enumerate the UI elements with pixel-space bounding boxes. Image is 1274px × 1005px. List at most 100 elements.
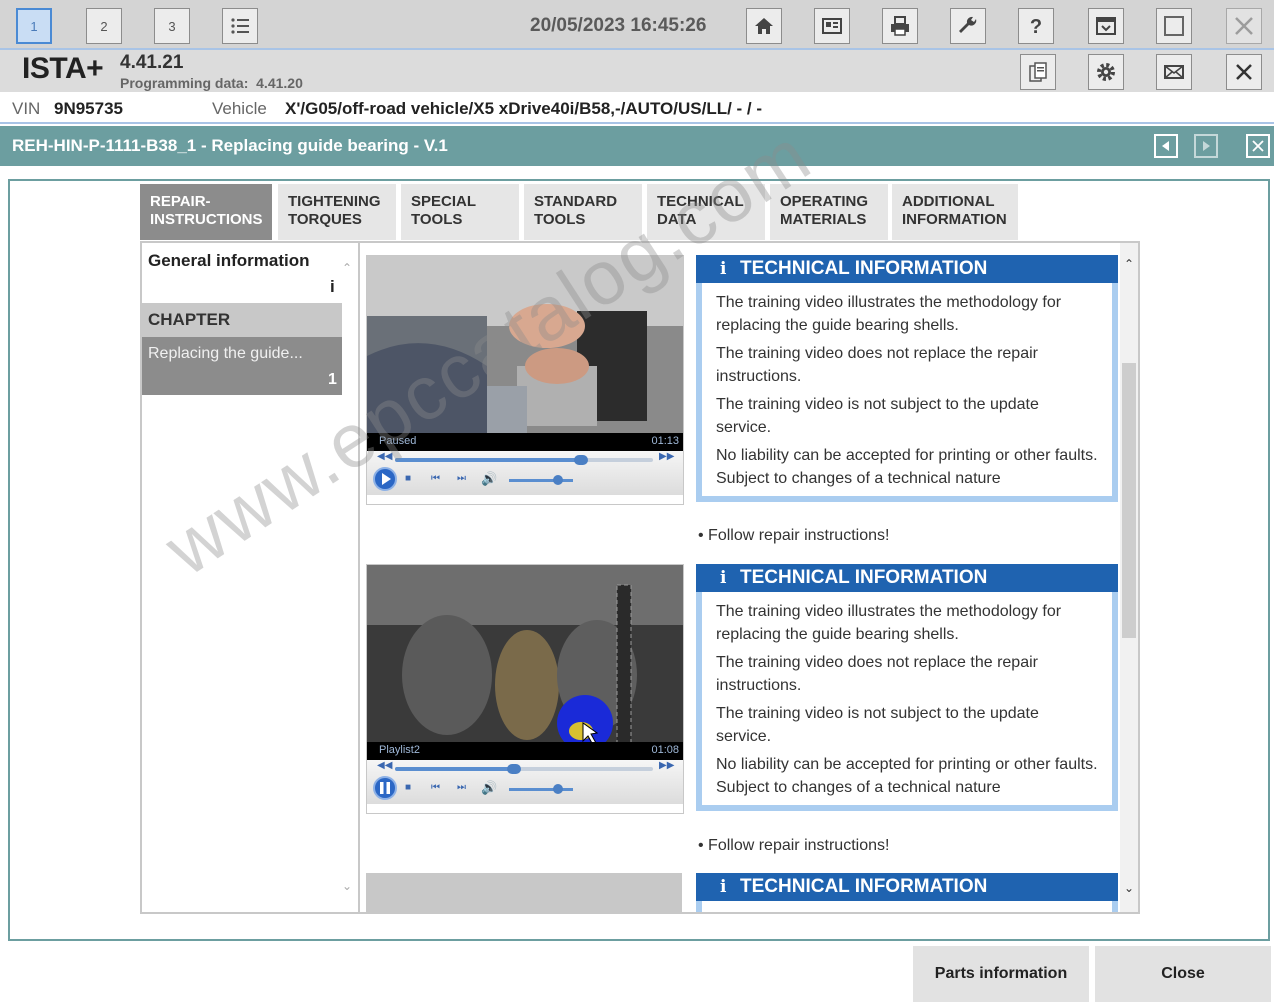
arrow-left-icon	[1162, 141, 1169, 151]
chapter-header: CHAPTER	[142, 303, 342, 337]
chapter-item-selected[interactable]: Replacing the guide... 1	[142, 337, 342, 395]
tab-technical-data[interactable]: TECHNICAL DATA	[647, 184, 765, 240]
engine-hands-image	[367, 256, 683, 451]
tab-repair-instructions[interactable]: REPAIR- INSTRUCTIONS	[140, 184, 272, 240]
tab-operating-materials[interactable]: OPERATING MATERIALS	[770, 184, 888, 240]
stop-icon[interactable]: ■	[405, 782, 411, 793]
rewind-icon[interactable]: ◀◀	[377, 760, 392, 771]
scroll-thumb[interactable]	[1122, 363, 1136, 638]
previous-document-button[interactable]	[1154, 134, 1178, 158]
tech-info-paragraph: The training video is not subject to the…	[716, 396, 1039, 436]
tab-special-tools[interactable]: SPECIAL TOOLS	[401, 184, 519, 240]
window-3-button[interactable]: 3	[154, 8, 190, 44]
volume-handle[interactable]	[553, 784, 563, 794]
close-app-button[interactable]	[1226, 8, 1262, 44]
seek-bar-1[interactable]	[395, 455, 653, 465]
close-document-button[interactable]	[1246, 134, 1270, 158]
video-frame-2[interactable]	[367, 565, 683, 760]
seek-handle[interactable]	[506, 764, 521, 774]
follow-instructions-text: Follow repair instructions!	[708, 527, 890, 544]
scroll-down-icon[interactable]: ⌄	[1122, 881, 1136, 899]
document-title-bar: REH-HIN-P-1111-B38_1 - Replacing guide b…	[0, 126, 1274, 166]
vehicle-id-button[interactable]	[814, 8, 850, 44]
info-icon: i	[720, 568, 727, 588]
info-icon: i	[720, 877, 727, 897]
volume-icon[interactable]: 🔊	[481, 471, 497, 487]
next-track-icon[interactable]: ⏭	[457, 782, 466, 793]
seek-handle[interactable]	[573, 455, 588, 465]
volume-slider[interactable]	[509, 788, 573, 791]
programming-data-label: Programming data:	[120, 75, 249, 91]
window-toggle-button[interactable]	[1156, 8, 1192, 44]
home-button[interactable]	[746, 8, 782, 44]
tab-label: TECHNICAL	[657, 193, 744, 210]
tab-label: STANDARD	[534, 193, 618, 210]
play-button[interactable]	[373, 467, 397, 491]
close-icon	[1252, 140, 1264, 152]
pause-button[interactable]	[373, 776, 397, 800]
tab-label: INFORMATION	[902, 211, 1007, 228]
info-icon: i	[720, 259, 727, 279]
previous-track-icon[interactable]: ⏮	[431, 473, 440, 484]
print-button[interactable]	[882, 8, 918, 44]
close-icon	[1235, 17, 1253, 35]
window-2-button[interactable]: 2	[86, 8, 122, 44]
video-status-text: Paused	[379, 435, 417, 447]
vin-value: 9N95735	[54, 99, 124, 118]
technical-information-box-3: i TECHNICAL INFORMATION	[696, 873, 1118, 912]
window-3-label: 3	[168, 18, 176, 34]
stop-icon[interactable]: ■	[405, 473, 411, 484]
nav-scroll-down-icon[interactable]: ⌄	[342, 879, 352, 893]
settings-button[interactable]	[1088, 54, 1124, 90]
tab-additional-information[interactable]: ADDITIONAL INFORMATION	[892, 184, 1018, 240]
chapter-navigation: General information i ⌃ CHAPTER Replacin…	[142, 243, 360, 912]
next-track-icon[interactable]: ⏭	[457, 473, 466, 484]
list-button[interactable]	[222, 8, 258, 44]
fast-forward-icon[interactable]: ▶▶	[659, 451, 674, 462]
follow-instructions-text: Follow repair instructions!	[708, 837, 890, 854]
volume-slider[interactable]	[509, 479, 573, 482]
tab-standard-tools[interactable]: STANDARD TOOLS	[524, 184, 642, 240]
general-information-item[interactable]: General information	[148, 251, 310, 271]
display-settings-button[interactable]	[1088, 8, 1124, 44]
mail-button[interactable]	[1156, 54, 1192, 90]
window-2-label: 2	[100, 18, 108, 34]
seek-bar-2[interactable]	[395, 764, 653, 774]
parts-information-button[interactable]: Parts information	[913, 946, 1089, 1002]
previous-track-icon[interactable]: ⏮	[431, 782, 440, 793]
nav-scroll-up-icon[interactable]: ⌃	[342, 261, 352, 275]
chapter-item-label: Replacing the guide...	[148, 345, 303, 362]
tab-label: TORQUES	[288, 211, 362, 228]
tab-tightening-torques[interactable]: TIGHTENING TORQUES	[278, 184, 396, 240]
video-player-1[interactable]: Paused 01:13 ◀◀ ▶▶ ■ ⏮ ⏭ 🔊	[366, 255, 684, 505]
volume-handle[interactable]	[553, 475, 563, 485]
scroll-up-icon[interactable]: ⌃	[1122, 257, 1136, 275]
follow-instructions-note: • Follow repair instructions!	[698, 837, 890, 854]
window-1-button[interactable]: 1	[16, 8, 52, 44]
wrench-icon	[959, 16, 977, 33]
tab-label: TOOLS	[534, 211, 586, 228]
help-button[interactable]: ?	[1018, 8, 1054, 44]
close-session-button[interactable]	[1226, 54, 1262, 90]
next-document-button[interactable]	[1194, 134, 1218, 158]
fast-forward-icon[interactable]: ▶▶	[659, 760, 674, 771]
documents-icon	[1029, 62, 1047, 82]
workshop-button[interactable]	[950, 8, 986, 44]
video-frame-1[interactable]	[367, 256, 683, 451]
tech-info-paragraph: No liability can be accepted for printin…	[716, 756, 1098, 796]
tech-info-paragraph: The training video does not replace the …	[716, 345, 1038, 385]
technical-information-header: i TECHNICAL INFORMATION	[696, 564, 1118, 592]
content-scrollbar[interactable]: ⌃ ⌄	[1120, 243, 1138, 912]
video-player-2[interactable]: Playlist2 01:08 ◀◀ ▶▶ ■ ⏮ ⏭ 🔊	[366, 564, 684, 814]
tech-info-paragraph: The training video is not subject to the…	[716, 705, 1039, 745]
settings-gear-icon	[1097, 63, 1115, 81]
volume-icon[interactable]: 🔊	[481, 780, 497, 796]
app-version: 4.41.21	[120, 52, 184, 73]
technical-information-title: TECHNICAL INFORMATION	[740, 876, 988, 897]
documents-button[interactable]	[1020, 54, 1056, 90]
tech-info-paragraph: The training video illustrates the metho…	[716, 603, 1062, 643]
tab-label: SPECIAL	[411, 193, 477, 210]
close-button[interactable]: Close	[1095, 946, 1271, 1002]
rewind-icon[interactable]: ◀◀	[377, 451, 392, 462]
seek-progress	[395, 458, 581, 462]
